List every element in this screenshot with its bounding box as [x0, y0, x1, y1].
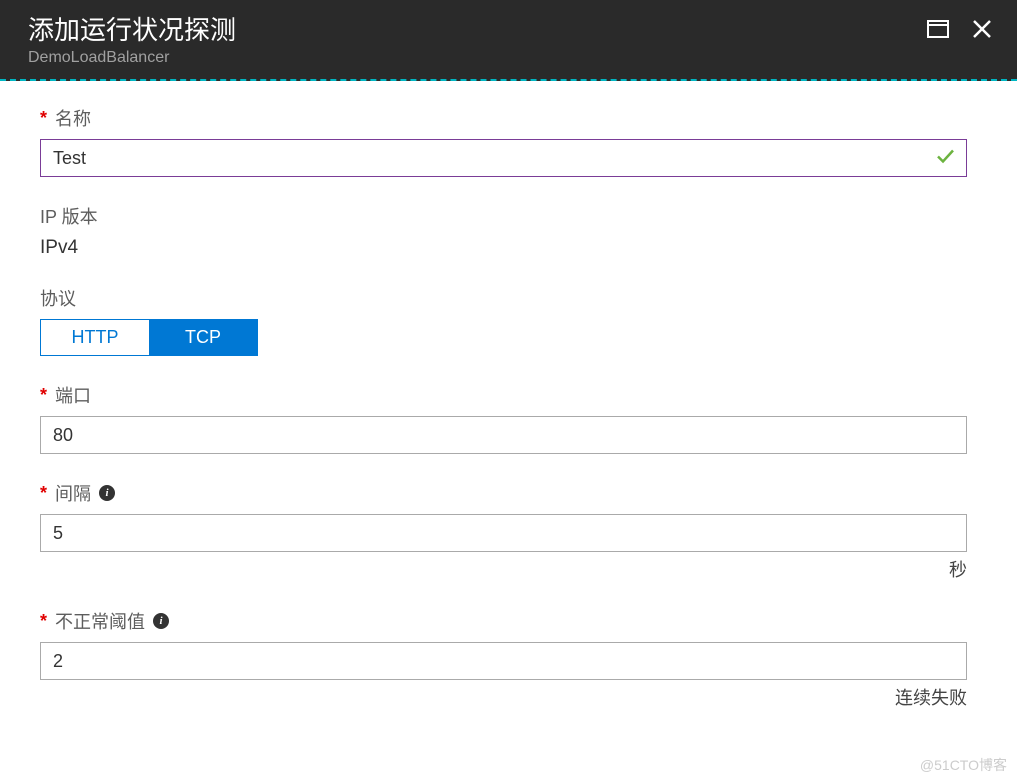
interval-label-text: 间隔 [55, 480, 91, 506]
threshold-input[interactable] [40, 642, 967, 680]
maximize-icon[interactable] [927, 20, 949, 43]
required-indicator: * [40, 483, 47, 504]
name-input[interactable] [40, 139, 967, 177]
protocol-label-text: 协议 [40, 285, 76, 311]
interval-label: * 间隔 i [40, 480, 967, 506]
protocol-option-tcp[interactable]: TCP [149, 320, 257, 355]
name-label-text: 名称 [55, 105, 91, 131]
protocol-field-group: 协议 HTTP TCP [40, 285, 967, 356]
required-indicator: * [40, 611, 47, 632]
ip-version-field-group: IP 版本 IPv4 [40, 203, 967, 259]
required-indicator: * [40, 108, 47, 129]
name-label: * 名称 [40, 105, 967, 131]
ip-version-label: IP 版本 [40, 203, 967, 229]
required-indicator: * [40, 385, 47, 406]
window-controls [927, 10, 997, 45]
checkmark-icon [935, 146, 955, 171]
protocol-option-http[interactable]: HTTP [41, 320, 149, 355]
ip-version-value: IPv4 [40, 237, 967, 259]
name-input-wrapper [40, 139, 967, 177]
close-icon[interactable] [971, 18, 993, 45]
blade-header: 添加运行状况探测 DemoLoadBalancer [0, 0, 1017, 81]
watermark: @51CTO博客 [920, 755, 1007, 775]
port-label-text: 端口 [55, 382, 91, 408]
name-field-group: * 名称 [40, 105, 967, 177]
threshold-label-text: 不正常阈值 [55, 608, 145, 634]
blade-title: 添加运行状况探测 [28, 10, 236, 47]
blade-subtitle: DemoLoadBalancer [28, 49, 236, 67]
interval-suffix: 秒 [40, 556, 967, 582]
port-input[interactable] [40, 416, 967, 454]
protocol-toggle: HTTP TCP [40, 319, 258, 356]
info-icon[interactable]: i [153, 613, 169, 629]
protocol-label: 协议 [40, 285, 967, 311]
form-content: * 名称 IP 版本 IPv4 协议 HTTP TCP * 端口 [0, 81, 1017, 756]
threshold-label: * 不正常阈值 i [40, 608, 967, 634]
interval-input[interactable] [40, 514, 967, 552]
ip-version-label-text: IP 版本 [40, 203, 98, 229]
threshold-suffix: 连续失败 [40, 684, 967, 710]
port-label: * 端口 [40, 382, 967, 408]
interval-field-group: * 间隔 i 秒 [40, 480, 967, 582]
info-icon[interactable]: i [99, 485, 115, 501]
header-titles: 添加运行状况探测 DemoLoadBalancer [28, 10, 236, 67]
threshold-field-group: * 不正常阈值 i 连续失败 [40, 608, 967, 710]
port-field-group: * 端口 [40, 382, 967, 454]
